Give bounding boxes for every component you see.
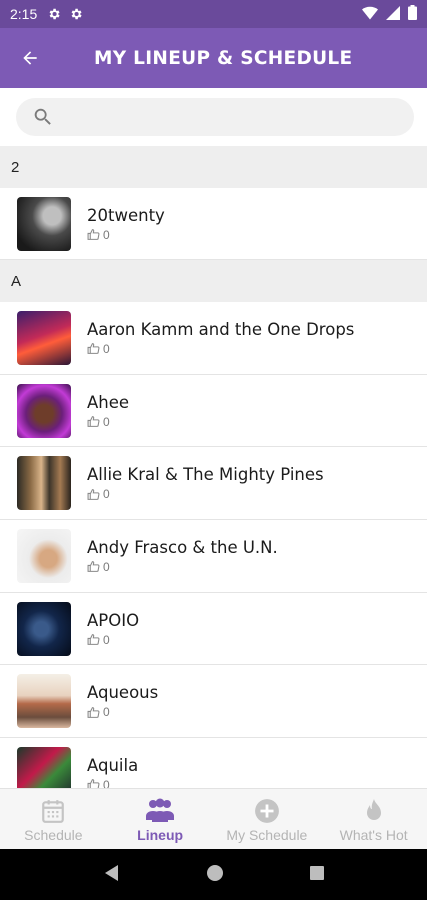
back-button[interactable] <box>0 28 60 88</box>
flame-icon <box>366 798 381 820</box>
group-icon <box>146 798 175 822</box>
lineup-list: 2 20twenty 0 A Aaron Kamm and the One Dr… <box>0 146 427 788</box>
list-item[interactable]: Aqueous 0 <box>0 665 427 739</box>
search-icon <box>34 108 51 125</box>
signal-icon <box>386 5 400 23</box>
list-item[interactable]: 20twenty 0 <box>0 188 427 260</box>
nav-whats-hot[interactable]: What's Hot <box>320 789 427 849</box>
thumbs-up-icon <box>87 229 100 240</box>
like-count[interactable]: 0 <box>87 487 324 501</box>
artist-thumbnail <box>17 196 71 251</box>
artist-thumbnail <box>17 674 71 729</box>
list-item[interactable]: Ahee 0 <box>0 374 427 448</box>
artist-name: 20twenty <box>87 205 165 225</box>
artist-name: Ahee <box>87 392 130 412</box>
thumbs-up-icon <box>87 706 100 718</box>
page-title: MY LINEUP & SCHEDULE <box>94 47 353 69</box>
like-count-value: 0 <box>103 414 110 429</box>
battery-icon <box>408 5 417 23</box>
list-item[interactable]: Allie Kral & The Mighty Pines 0 <box>0 447 427 521</box>
artist-thumbnail <box>17 746 71 788</box>
artist-thumbnail <box>17 456 71 511</box>
artist-name: Aaron Kamm and the One Drops <box>87 319 355 339</box>
artist-name: Aquila <box>87 755 139 775</box>
section-header: A <box>0 260 427 302</box>
nav-label: My Schedule <box>226 826 308 843</box>
artist-thumbnail <box>17 601 71 656</box>
status-bar: 2:15 <box>0 0 427 28</box>
like-count-value: 0 <box>103 632 110 647</box>
like-count-value: 0 <box>103 227 110 242</box>
like-count[interactable]: 0 <box>87 633 139 647</box>
list-item[interactable]: Aaron Kamm and the One Drops 0 <box>0 302 427 375</box>
search-bar[interactable] <box>16 98 414 136</box>
nav-schedule[interactable]: Schedule <box>0 789 107 849</box>
thumbs-up-icon <box>87 416 100 427</box>
nav-label: Lineup <box>137 826 184 843</box>
calendar-icon <box>42 799 65 823</box>
artist-thumbnail <box>17 528 71 583</box>
arrow-left-icon <box>23 51 37 65</box>
like-count-value: 0 <box>103 341 110 356</box>
list-item[interactable]: Andy Frasco & the U.N. 0 <box>0 520 427 593</box>
search-area <box>0 88 427 146</box>
thumbs-up-icon <box>87 779 100 788</box>
like-count[interactable]: 0 <box>87 342 354 356</box>
nav-my-schedule[interactable]: My Schedule <box>214 789 321 849</box>
artist-name: APOIO <box>87 610 140 630</box>
bottom-nav: Schedule Lineup My Schedule What's Hot <box>0 788 427 849</box>
list-item[interactable]: Aquila 0 <box>0 738 427 788</box>
like-count[interactable]: 0 <box>87 560 278 574</box>
like-count-value: 0 <box>103 487 110 502</box>
artist-thumbnail <box>17 383 71 438</box>
app-bar: MY LINEUP & SCHEDULE <box>0 28 427 88</box>
recents-square-icon[interactable] <box>309 865 325 885</box>
thumbs-up-icon <box>87 634 100 646</box>
wifi-icon <box>362 6 378 23</box>
like-count[interactable]: 0 <box>87 415 129 429</box>
artist-name: Allie Kral & The Mighty Pines <box>87 465 324 485</box>
system-nav-bar <box>0 849 427 900</box>
settings-gear-icon <box>47 7 61 21</box>
like-count[interactable]: 0 <box>87 228 165 242</box>
plus-circle-icon <box>254 798 279 823</box>
like-count-value: 0 <box>103 705 110 720</box>
nav-label: Schedule <box>24 826 83 843</box>
like-count[interactable]: 0 <box>87 705 158 719</box>
nav-label: What's Hot <box>339 826 408 843</box>
thumbs-up-icon <box>87 561 100 573</box>
like-count-value: 0 <box>103 777 110 788</box>
home-circle-icon[interactable] <box>206 864 224 886</box>
list-item[interactable]: APOIO 0 <box>0 592 427 666</box>
nav-lineup[interactable]: Lineup <box>107 789 214 849</box>
section-header: 2 <box>0 146 427 188</box>
settings-gear-icon <box>69 7 83 21</box>
artist-name: Andy Frasco & the U.N. <box>87 537 278 557</box>
like-count[interactable]: 0 <box>87 778 138 788</box>
status-time: 2:15 <box>10 6 38 22</box>
like-count-value: 0 <box>103 559 110 574</box>
back-triangle-icon[interactable] <box>103 864 121 886</box>
artist-name: Aqueous <box>87 683 159 703</box>
artist-thumbnail <box>17 310 71 365</box>
thumbs-up-icon <box>87 488 100 500</box>
thumbs-up-icon <box>87 343 100 355</box>
search-input[interactable] <box>62 108 414 126</box>
